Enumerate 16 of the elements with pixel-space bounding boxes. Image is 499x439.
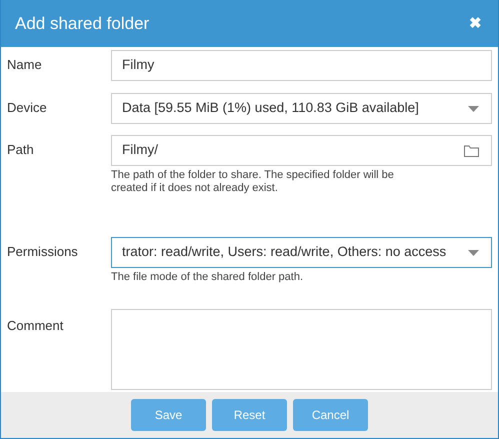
field-label: Path [6, 141, 35, 159]
field-label: Comment [6, 317, 64, 335]
help-text: The path of the folder to share. The specified folder will be created if it does not already exist. [111, 169, 395, 195]
caret-icon [468, 106, 479, 112]
folder-icon[interactable] [464, 144, 479, 156]
help-text: The file mode of the shared folder path. [111, 271, 304, 284]
path-field[interactable]: Filmy/ [111, 135, 492, 166]
field-label: Device [6, 99, 48, 117]
field-label: Permissions [6, 243, 79, 261]
text-field[interactable]: Filmy [111, 50, 492, 81]
field-label: Name [6, 56, 43, 74]
window-title: Add shared folder [15, 12, 150, 35]
caret-icon [468, 250, 479, 256]
dropdown-field[interactable]: trator: read/write, Users: read/write, Others: no access [111, 237, 492, 268]
dropdown-field[interactable]: Data [59.55 MiB (1%) used, 110.83 GiB available] [111, 93, 492, 124]
comment-field[interactable] [111, 309, 492, 390]
